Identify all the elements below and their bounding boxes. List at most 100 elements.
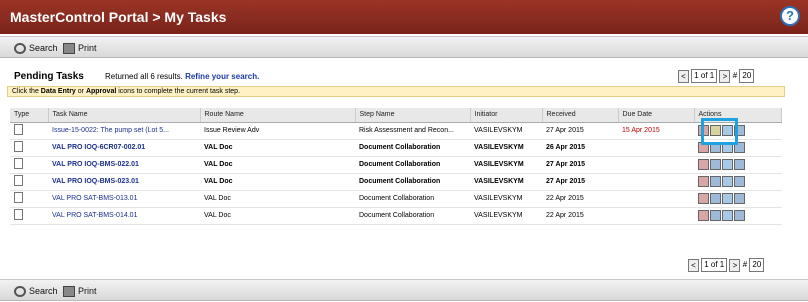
bottom-toolbar: Search Print: [0, 279, 808, 301]
users-icon[interactable]: [710, 176, 721, 187]
initiator: VASILEVSKYM: [470, 122, 542, 140]
next-page-button[interactable]: >: [719, 69, 731, 83]
view-icon[interactable]: [734, 210, 745, 221]
initiator: VASILEVSKYM: [470, 207, 542, 225]
actions-cell: [694, 156, 782, 174]
prev-page-button[interactable]: <: [688, 258, 699, 272]
document-icon: [14, 209, 23, 220]
col-task-name[interactable]: Task Name: [48, 108, 201, 123]
data-entry-highlight: [701, 118, 738, 145]
task-name-link[interactable]: Issue-15-0022: The pump set (Lot 5...: [52, 127, 169, 134]
top-toolbar: Search Print: [0, 36, 808, 58]
initiator: VASILEVSKYM: [470, 173, 542, 191]
due-date: [618, 139, 694, 157]
printer-icon: [63, 43, 75, 55]
due-date: [618, 156, 694, 174]
print-button[interactable]: Print: [63, 41, 97, 55]
table-row: VAL PRO IOQ-6CR07-002.01 VAL Doc Documen…: [10, 139, 782, 157]
page-select[interactable]: 1 of 1: [691, 69, 718, 83]
next-page-button[interactable]: >: [729, 258, 741, 272]
task-name-link[interactable]: VAL PRO SAT-BMS-013.01: [52, 195, 137, 202]
initiator: VASILEVSKYM: [470, 139, 542, 157]
initiator: VASILEVSKYM: [470, 190, 542, 208]
view-icon[interactable]: [734, 176, 745, 187]
print-button[interactable]: Print: [63, 284, 97, 298]
route-icon[interactable]: [722, 210, 733, 221]
page-select[interactable]: 1 of 1: [701, 258, 728, 272]
route-name: VAL Doc: [200, 139, 355, 157]
received-date: 27 Apr 2015: [542, 156, 618, 174]
document-icon: [14, 192, 23, 203]
received-date: 27 Apr 2015: [542, 173, 618, 191]
approval-icon[interactable]: [698, 176, 709, 187]
actions-cell: [694, 207, 782, 225]
actions-cell: [694, 190, 782, 208]
task-name-link[interactable]: VAL PRO SAT-BMS-014.01: [52, 212, 137, 219]
users-icon[interactable]: [710, 210, 721, 221]
initiator: VASILEVSKYM: [470, 156, 542, 174]
search-button[interactable]: Search: [14, 284, 58, 298]
document-icon: [14, 158, 23, 169]
tasks-table: Type Task Name Route Name Step Name Init…: [10, 108, 782, 225]
table-header-row: Type Task Name Route Name Step Name Init…: [10, 108, 782, 123]
results-summary: Returned all 6 results. Refine your sear…: [105, 72, 260, 81]
task-name-link[interactable]: VAL PRO IOQ-BMS-022.01: [52, 161, 139, 168]
help-icon[interactable]: ?: [780, 6, 800, 26]
refine-search-link[interactable]: Refine your search.: [185, 72, 259, 81]
search-icon: [14, 286, 26, 298]
due-date: [618, 173, 694, 191]
col-received[interactable]: Received: [542, 108, 619, 123]
per-page-label: #: [732, 71, 738, 81]
task-name-link[interactable]: VAL PRO IOQ-6CR07-002.01: [52, 144, 145, 151]
printer-icon: [63, 286, 75, 298]
approval-icon[interactable]: [698, 193, 709, 204]
table-row: VAL PRO SAT-BMS-013.01 VAL Doc Document …: [10, 190, 782, 208]
actions-cell: [694, 173, 782, 191]
col-initiator[interactable]: Initiator: [470, 108, 543, 123]
task-name-link[interactable]: VAL PRO IOQ-BMS-023.01: [52, 178, 139, 185]
table-row: VAL PRO SAT-BMS-014.01 VAL Doc Document …: [10, 207, 782, 225]
route-icon[interactable]: [722, 176, 733, 187]
route-name: Issue Review Adv: [200, 122, 355, 140]
page-title: MasterControl Portal > My Tasks: [10, 9, 227, 25]
table-row: Issue-15-0022: The pump set (Lot 5... Is…: [10, 122, 782, 140]
approval-icon[interactable]: [698, 159, 709, 170]
route-name: VAL Doc: [200, 207, 355, 225]
table-row: VAL PRO IOQ-BMS-022.01 VAL Doc Document …: [10, 156, 782, 174]
route-name: VAL Doc: [200, 190, 355, 208]
received-date: 22 Apr 2015: [542, 207, 618, 225]
step-name: Document Collaboration: [355, 207, 470, 225]
route-icon[interactable]: [722, 193, 733, 204]
users-icon[interactable]: [710, 159, 721, 170]
prev-page-button[interactable]: <: [678, 69, 689, 83]
top-pager: < 1 of 1 > # 20: [678, 69, 755, 83]
received-date: 22 Apr 2015: [542, 190, 618, 208]
route-name: VAL Doc: [200, 173, 355, 191]
search-icon: [14, 43, 26, 55]
view-icon[interactable]: [734, 193, 745, 204]
due-date: 15 Apr 2015: [618, 122, 694, 140]
per-page-select[interactable]: 20: [739, 69, 755, 83]
per-page-select[interactable]: 20: [749, 258, 765, 272]
users-icon[interactable]: [710, 193, 721, 204]
document-icon: [14, 124, 23, 135]
view-icon[interactable]: [734, 159, 745, 170]
col-route-name[interactable]: Route Name: [200, 108, 356, 123]
step-name: Document Collaboration: [355, 190, 470, 208]
step-name: Document Collaboration: [355, 173, 470, 191]
route-name: VAL Doc: [200, 156, 355, 174]
route-icon[interactable]: [722, 159, 733, 170]
received-date: 26 Apr 2015: [542, 139, 618, 157]
received-date: 27 Apr 2015: [542, 122, 618, 140]
due-date: [618, 207, 694, 225]
step-name: Document Collaboration: [355, 156, 470, 174]
col-step-name[interactable]: Step Name: [355, 108, 471, 123]
document-icon: [14, 175, 23, 186]
document-icon: [14, 141, 23, 152]
step-name: Risk Assessment and Recon...: [355, 122, 470, 140]
approval-icon[interactable]: [698, 210, 709, 221]
search-button[interactable]: Search: [14, 41, 58, 55]
col-due-date[interactable]: Due Date: [618, 108, 695, 123]
step-name: Document Collaboration: [355, 139, 470, 157]
col-type: Type: [10, 108, 49, 123]
